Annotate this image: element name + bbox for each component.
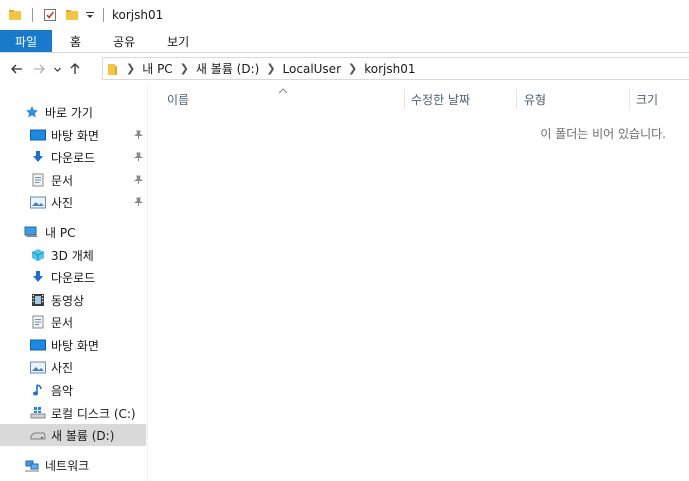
sidebar-item-label: 사진 xyxy=(51,195,74,210)
desktop-icon xyxy=(30,127,46,143)
sidebar-item-pictures-pinned[interactable]: 사진 xyxy=(0,191,146,213)
sidebar-item-label: 바로 가기 xyxy=(45,105,93,120)
title-bar: korjsh01 xyxy=(0,0,689,30)
tab-home[interactable]: 홈 xyxy=(54,30,97,52)
up-arrow-icon[interactable] xyxy=(64,58,86,80)
sidebar-item-label: 내 PC xyxy=(45,225,76,240)
window-title: korjsh01 xyxy=(112,8,164,22)
pin-icon[interactable] xyxy=(133,151,143,163)
empty-folder-message: 이 폴더는 비어 있습니다. xyxy=(540,127,666,141)
column-header-type[interactable]: 유형 xyxy=(524,88,546,110)
videos-icon xyxy=(30,292,46,308)
column-divider[interactable] xyxy=(404,88,405,110)
folder-icon xyxy=(107,62,119,76)
local-disk-icon xyxy=(30,405,46,421)
sidebar-item-downloads-pinned[interactable]: 다운로드 xyxy=(0,146,146,168)
tab-view[interactable]: 보기 xyxy=(151,30,205,52)
breadcrumb-drive-d[interactable]: 새 볼륨 (D:) xyxy=(196,60,259,77)
quick-access-toolbar xyxy=(0,0,110,30)
ribbon-tabs: 파일 홈 공유 보기 xyxy=(0,30,689,53)
sidebar-item-3d-objects[interactable]: 3D 개체 xyxy=(0,244,146,266)
download-icon xyxy=(30,149,46,165)
chevron-right-icon[interactable]: ❯ xyxy=(126,62,135,75)
sort-ascending-icon xyxy=(278,84,288,94)
navigation-pane: 바로 가기 바탕 화면 다운로드 문서 사진 내 PC 3D 개체 다운로드 동… xyxy=(0,85,148,481)
sidebar-item-label: 바탕 화면 xyxy=(51,338,99,353)
chevron-right-icon[interactable]: ❯ xyxy=(266,62,275,75)
sidebar-item-videos[interactable]: 동영상 xyxy=(0,289,146,311)
sidebar-item-label: 문서 xyxy=(51,173,74,188)
sidebar-item-label: 문서 xyxy=(51,315,74,330)
address-bar[interactable]: ❯ 내 PC ❯ 새 볼륨 (D:) ❯ LocalUser ❯ korjsh0… xyxy=(102,57,689,80)
sidebar-item-quick-access[interactable]: 바로 가기 xyxy=(0,101,146,123)
title-bar-clipped-text xyxy=(100,0,400,2)
sidebar-item-music[interactable]: 음악 xyxy=(0,379,146,401)
toolbar-separator xyxy=(32,8,33,22)
pin-icon[interactable] xyxy=(133,174,143,186)
navigation-bar: ❯ 내 PC ❯ 새 볼륨 (D:) ❯ LocalUser ❯ korjsh0… xyxy=(0,53,689,85)
sidebar-item-label: 3D 개체 xyxy=(51,248,94,263)
column-header-size[interactable]: 크기 xyxy=(636,88,658,110)
breadcrumb-localuser[interactable]: LocalUser xyxy=(283,62,341,76)
properties-icon[interactable] xyxy=(39,4,61,26)
star-icon xyxy=(24,104,40,120)
sidebar-item-desktop-pinned[interactable]: 바탕 화면 xyxy=(0,124,146,146)
breadcrumb-current-folder[interactable]: korjsh01 xyxy=(364,62,415,76)
pictures-icon xyxy=(30,359,46,375)
sidebar-item-downloads[interactable]: 다운로드 xyxy=(0,266,146,288)
sidebar-item-this-pc[interactable]: 내 PC xyxy=(0,221,146,243)
column-header-modified[interactable]: 수정한 날짜 xyxy=(411,88,470,110)
desktop-icon xyxy=(30,337,46,353)
download-icon xyxy=(30,269,46,285)
sidebar-item-label: 동영상 xyxy=(51,293,85,308)
customize-toolbar-chevron-icon[interactable] xyxy=(83,4,97,26)
3d-objects-icon xyxy=(30,247,46,263)
back-arrow-icon[interactable] xyxy=(6,58,28,80)
sidebar-item-network[interactable]: 네트워크 xyxy=(0,454,146,476)
sidebar-item-pictures[interactable]: 사진 xyxy=(0,356,146,378)
document-icon xyxy=(30,172,46,188)
computer-icon xyxy=(24,224,40,240)
sidebar-item-desktop[interactable]: 바탕 화면 xyxy=(0,334,146,356)
sidebar-item-label: 음악 xyxy=(51,383,74,398)
tab-file[interactable]: 파일 xyxy=(0,30,52,52)
pin-icon[interactable] xyxy=(133,129,143,141)
forward-arrow-icon[interactable] xyxy=(28,58,50,80)
sidebar-item-documents-pinned[interactable]: 문서 xyxy=(0,169,146,191)
drive-icon xyxy=(30,427,46,443)
folder-icon xyxy=(4,4,26,26)
sidebar-item-label: 새 볼륨 (D:) xyxy=(51,428,115,443)
sidebar-item-volume-d[interactable]: 새 볼륨 (D:) xyxy=(0,424,146,446)
music-icon xyxy=(30,382,46,398)
toolbar-separator xyxy=(103,8,104,22)
sidebar-item-label: 사진 xyxy=(51,360,74,375)
sidebar-item-label: 로컬 디스크 (C:) xyxy=(51,406,136,421)
sidebar-item-label: 바탕 화면 xyxy=(51,128,99,143)
breadcrumb-this-pc[interactable]: 내 PC xyxy=(142,60,172,77)
column-divider[interactable] xyxy=(629,88,630,110)
document-icon xyxy=(30,314,46,330)
sidebar-item-documents[interactable]: 문서 xyxy=(0,311,146,333)
network-icon xyxy=(24,457,40,473)
sidebar-item-label: 다운로드 xyxy=(51,270,96,285)
pin-icon[interactable] xyxy=(133,196,143,208)
tab-share[interactable]: 공유 xyxy=(97,30,151,52)
sidebar-item-label: 다운로드 xyxy=(51,150,96,165)
chevron-right-icon[interactable]: ❯ xyxy=(348,62,357,75)
new-folder-icon[interactable] xyxy=(61,4,83,26)
chevron-right-icon[interactable]: ❯ xyxy=(180,62,189,75)
column-divider[interactable] xyxy=(516,88,517,110)
sidebar-item-local-disk-c[interactable]: 로컬 디스크 (C:) xyxy=(0,402,146,424)
column-header-name[interactable]: 이름 xyxy=(167,88,189,110)
recent-locations-chevron-icon[interactable] xyxy=(50,58,64,80)
sidebar-item-label: 네트워크 xyxy=(45,458,90,473)
pictures-icon xyxy=(30,194,46,210)
